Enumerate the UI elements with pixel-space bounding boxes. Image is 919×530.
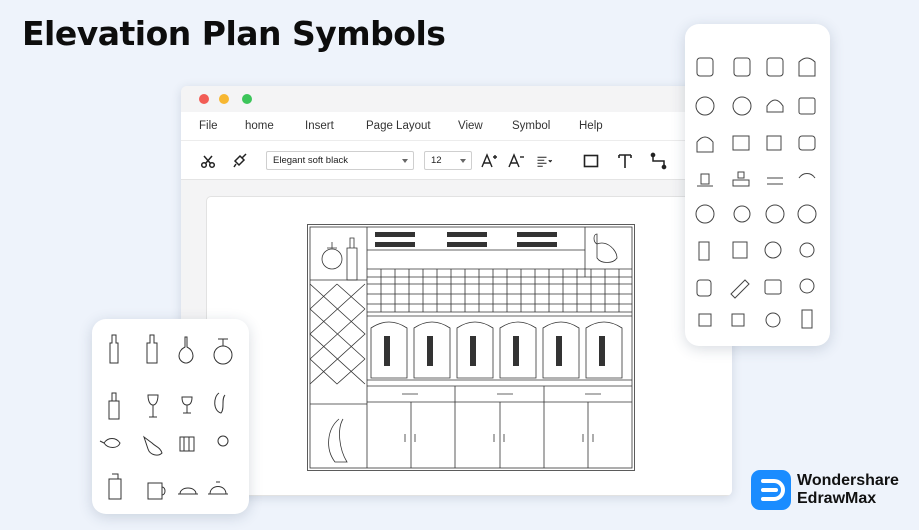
font-family-select[interactable]: Elegant soft black <box>266 151 414 170</box>
drawing-canvas[interactable] <box>206 196 732 496</box>
format-painter-icon[interactable] <box>231 152 249 170</box>
edrawmax-logo <box>751 470 791 510</box>
menu-help[interactable]: Help <box>579 120 603 132</box>
align-icon[interactable] <box>536 152 560 170</box>
chevron-down-icon <box>460 159 466 163</box>
close-window-button[interactable] <box>199 94 209 104</box>
increase-font-icon[interactable] <box>480 152 498 170</box>
chevron-down-icon <box>402 159 408 163</box>
menu-insert[interactable]: Insert <box>305 120 334 132</box>
menu-bar: File home Insert Page Layout View Symbol… <box>181 112 732 140</box>
toolbar: Elegant soft black 12 <box>181 140 732 180</box>
furniture-symbols-panel <box>685 24 830 346</box>
connector-icon[interactable] <box>650 152 668 170</box>
app-window: File home Insert Page Layout View Symbol… <box>181 86 732 496</box>
title-bar <box>181 86 732 112</box>
page-title: Elevation Plan Symbols <box>22 14 446 53</box>
font-size-value: 12 <box>431 155 442 166</box>
beverage-symbols-panel <box>92 319 249 514</box>
brand-name: Wondershare EdrawMax <box>797 472 899 508</box>
font-family-value: Elegant soft black <box>273 155 348 166</box>
rectangle-icon[interactable] <box>582 152 600 170</box>
brand-line-1: Wondershare <box>797 472 899 489</box>
furniture-symbols <box>695 57 817 329</box>
font-size-select[interactable]: 12 <box>424 151 472 170</box>
maximize-window-button[interactable] <box>242 94 252 104</box>
menu-home[interactable]: home <box>245 120 274 132</box>
decrease-font-icon[interactable] <box>507 152 525 170</box>
beverage-symbols <box>99 334 233 500</box>
menu-symbol[interactable]: Symbol <box>512 120 550 132</box>
menu-file[interactable]: File <box>199 120 218 132</box>
text-icon[interactable] <box>616 152 634 170</box>
scissors-icon[interactable] <box>199 152 217 170</box>
elevation-plan-drawing <box>307 224 635 471</box>
menu-page-layout[interactable]: Page Layout <box>366 120 431 132</box>
minimize-window-button[interactable] <box>219 94 229 104</box>
menu-view[interactable]: View <box>458 120 483 132</box>
brand-line-2: EdrawMax <box>797 490 877 507</box>
